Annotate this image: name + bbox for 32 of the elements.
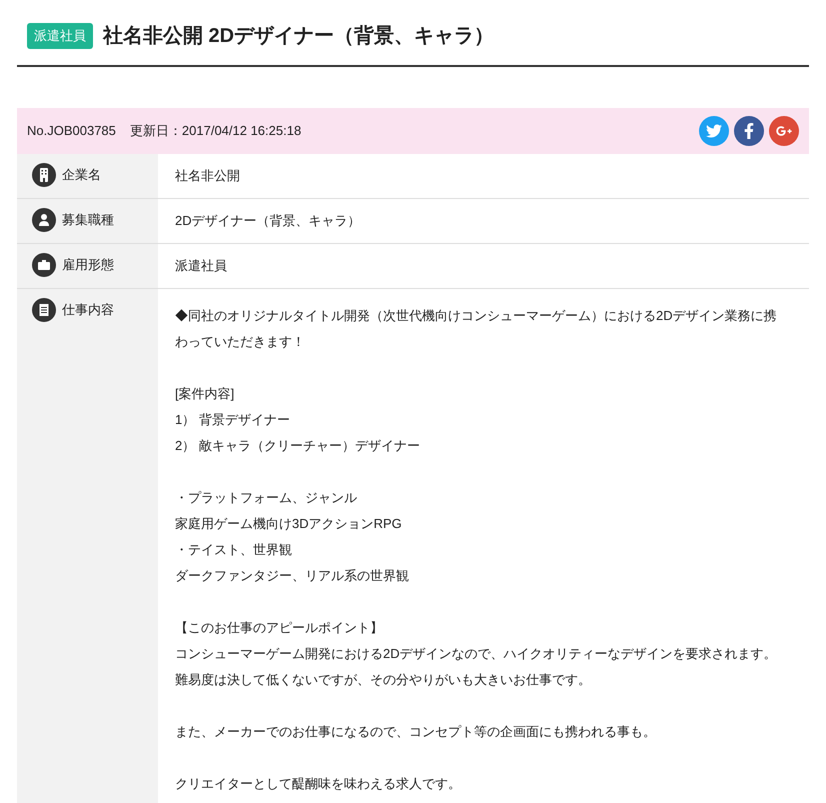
job-title: 社名非公開 2Dデザイナー（背景、キャラ） xyxy=(103,24,494,49)
description-text: ・プラットフォーム、ジャンル xyxy=(175,489,358,507)
description-text: 1） 背景デザイナー xyxy=(175,411,291,429)
building-icon xyxy=(32,163,56,187)
facebook-share-button[interactable] xyxy=(734,116,764,146)
briefcase-icon xyxy=(32,253,56,277)
bird-icon xyxy=(706,123,722,139)
job-number: No.JOB003785 xyxy=(27,122,116,140)
person-icon xyxy=(32,208,56,232)
row-value: 派遣社員 xyxy=(175,257,228,275)
row-label: 雇用形態 xyxy=(62,256,114,274)
document-icon xyxy=(32,298,56,322)
description-text: ◆同社のオリジナルタイトル開発（次世代機向けコンシューマーゲーム）における2Dデザイン業務に携わっていただきます！ xyxy=(175,307,778,351)
google-plus-share-button[interactable] xyxy=(769,116,799,146)
g-plus-icon xyxy=(776,123,792,139)
description-text: ダークファンタジー、リアル系の世界観 xyxy=(175,567,410,585)
description-text: 家庭用ゲーム機向け3DアクションRPG xyxy=(175,515,403,533)
description-text: また、メーカーでのお仕事になるので、コンセプト等の企画面にも携われる事も。 xyxy=(175,723,657,741)
updated-date: 更新日：2017/04/12 16:25:18 xyxy=(130,122,302,140)
twitter-share-button[interactable] xyxy=(699,116,729,146)
description-text: [案件内容] xyxy=(175,385,236,403)
row-label: 企業名 xyxy=(62,166,101,184)
row-value: 社名非公開 xyxy=(175,167,241,185)
description-text: クリエイターとして醍醐味を味わえる求人です。 xyxy=(175,775,462,793)
description-text: 【このお仕事のアピールポイント】 xyxy=(175,619,384,637)
description-text: 2） 敵キャラ（クリーチャー）デザイナー xyxy=(175,437,421,455)
row-label: 募集職種 xyxy=(62,211,114,229)
row-label: 仕事内容 xyxy=(62,301,114,319)
description-text: コンシューマーゲーム開発における2Dデザインなので、ハイクオリティーなデザインを要求されます。難易度は決して低くないですが、その分やりがいも大きいお仕事です。 xyxy=(175,645,778,689)
employment-badge: 派遣社員 xyxy=(27,23,93,49)
row-value: 2Dデザイナー（背景、キャラ） xyxy=(175,212,362,230)
description-text: ・テイスト、世界観 xyxy=(175,541,293,559)
